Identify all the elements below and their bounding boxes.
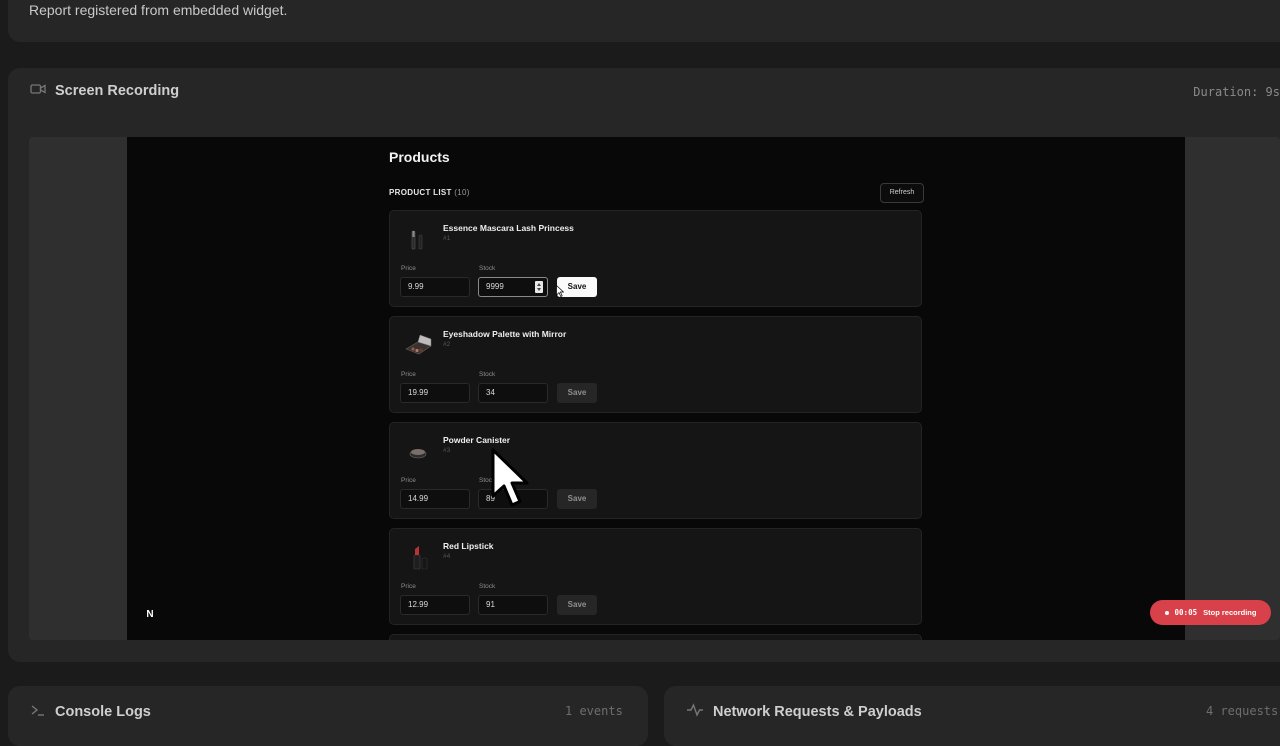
lipstick-thumbnail <box>402 541 434 573</box>
product-id: #4 <box>443 553 451 560</box>
product-id: #3 <box>443 447 451 454</box>
stock-input[interactable]: 91 <box>478 595 548 615</box>
price-input[interactable]: 9.99 <box>400 277 470 297</box>
stock-input[interactable]: 34 <box>478 383 548 403</box>
price-input[interactable]: 14.99 <box>400 489 470 509</box>
mouse-pointer-icon <box>556 284 565 297</box>
video-camera-icon <box>30 83 46 99</box>
stop-recording-label: Stop recording <box>1203 608 1257 617</box>
network-title: Network Requests & Payloads <box>713 704 922 720</box>
stepper-icon[interactable] <box>535 281 543 293</box>
mouse-pointer-icon <box>490 447 530 509</box>
report-message: Report registered from embedded widget. <box>29 2 288 18</box>
recording-title: Screen Recording <box>55 83 180 99</box>
mascara-thumbnail <box>402 223 434 255</box>
price-label: Price <box>401 583 416 590</box>
product-card: Powder Canister #3 Price Stock 14.99 89 … <box>389 422 922 519</box>
stock-input[interactable]: 9999 <box>478 277 548 297</box>
price-input[interactable]: 12.99 <box>400 595 470 615</box>
recording-header: Screen Recording <box>30 83 179 99</box>
console-logs-panel: Console Logs 1 events <box>8 686 648 746</box>
refresh-button[interactable]: Refresh <box>880 183 924 203</box>
screen-recording-panel: Screen Recording Duration: 9s N Products… <box>8 68 1280 662</box>
product-name: Essence Mascara Lash Princess <box>443 223 574 233</box>
eyeshadow-thumbnail <box>402 329 434 361</box>
price-label: Price <box>401 371 416 378</box>
recording-timer: 00:05 <box>1174 608 1198 617</box>
console-event-count: 1 events <box>565 704 623 718</box>
record-dot-icon <box>1164 610 1169 615</box>
product-name: Red Lipstick <box>443 541 494 551</box>
terminal-icon <box>30 703 46 721</box>
stop-recording-button[interactable]: 00:05 Stop recording <box>1150 600 1271 625</box>
app-logo: N <box>146 609 154 620</box>
page-title: Products <box>389 149 450 165</box>
price-label: Price <box>401 265 416 272</box>
console-header: Console Logs <box>30 703 151 721</box>
product-name: Eyeshadow Palette with Mirror <box>443 329 567 339</box>
list-count: (10) <box>454 188 470 197</box>
video-frame: N Products PRODUCT LIST (10) Refresh Ess… <box>127 137 1271 640</box>
report-card: Report registered from embedded widget. <box>8 0 1280 42</box>
product-id: #1 <box>443 235 451 242</box>
network-requests-panel: Network Requests & Payloads 4 requests <box>664 686 1280 746</box>
product-name: Powder Canister <box>443 435 511 445</box>
product-list-header: PRODUCT LIST (10) <box>389 188 470 197</box>
network-header: Network Requests & Payloads <box>686 703 922 721</box>
price-label: Price <box>401 477 416 484</box>
product-card: Essence Mascara Lash Princess #1 Price S… <box>389 210 922 307</box>
price-input[interactable]: 19.99 <box>400 383 470 403</box>
save-button[interactable]: Save <box>557 489 597 509</box>
activity-icon <box>686 703 704 721</box>
product-card: Red Lipstick #4 Price Stock 12.99 91 Sav… <box>389 528 922 625</box>
stock-label: Stock <box>479 265 496 272</box>
list-label: PRODUCT LIST <box>389 188 452 197</box>
powder-thumbnail <box>402 435 434 467</box>
product-id: #2 <box>443 341 451 348</box>
save-button[interactable]: Save <box>557 383 597 403</box>
console-title: Console Logs <box>55 704 151 720</box>
product-card: Eyeshadow Palette with Mirror #2 Price S… <box>389 316 922 413</box>
network-request-count: 4 requests <box>1206 704 1279 718</box>
product-card <box>389 634 922 640</box>
stock-label: Stock <box>479 371 496 378</box>
video-player[interactable]: N Products PRODUCT LIST (10) Refresh Ess… <box>29 137 1280 640</box>
stock-label: Stock <box>479 583 496 590</box>
stock-value: 9999 <box>486 282 504 291</box>
save-button[interactable]: Save <box>557 595 597 615</box>
recording-duration: Duration: 9s <box>1193 85 1280 99</box>
